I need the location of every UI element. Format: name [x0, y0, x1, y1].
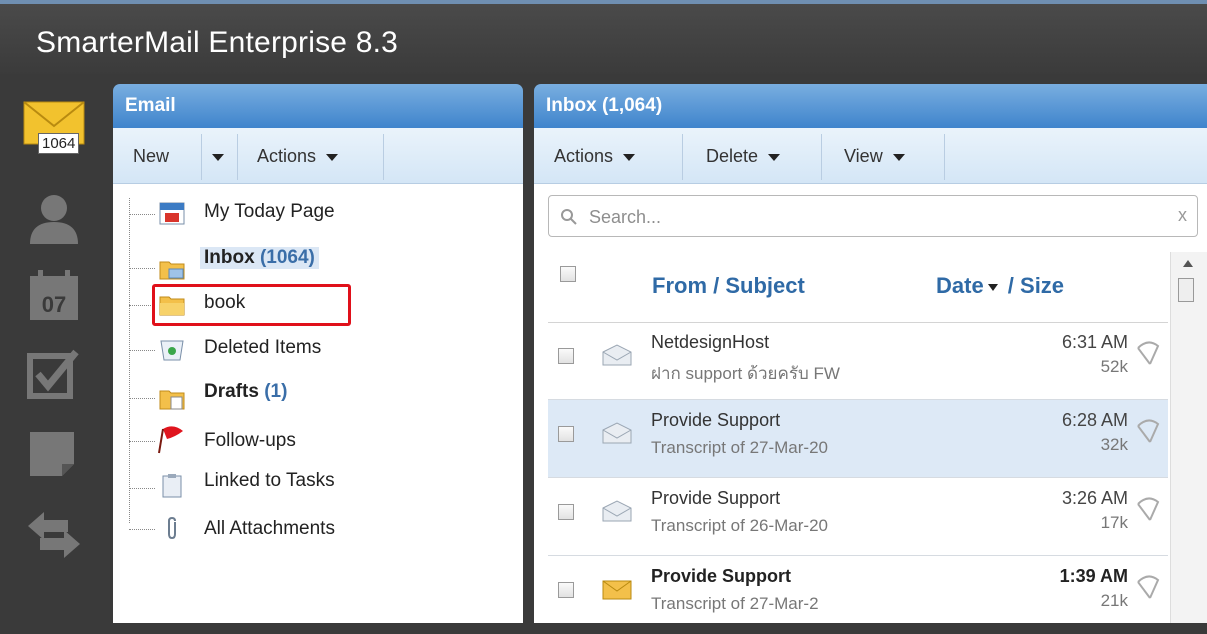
chevron-down-icon: [768, 153, 781, 161]
folder-my-today-page[interactable]: My Today Page: [129, 194, 389, 234]
from-subject-column-header[interactable]: From / Subject: [652, 273, 805, 299]
envelope-read-icon: [602, 344, 632, 366]
flag-icon: [158, 426, 183, 454]
chevron-down-icon: [326, 153, 339, 161]
row-checkbox[interactable]: [558, 504, 574, 520]
email-panel-title: Email: [125, 95, 176, 116]
scroll-up-icon[interactable]: [1183, 260, 1193, 267]
title-bar: SmarterMail Enterprise 8.3: [0, 4, 1207, 74]
flag-outline-icon[interactable]: [1134, 494, 1162, 524]
row-checkbox[interactable]: [558, 426, 574, 442]
envelope-read-icon: [602, 500, 632, 522]
scroll-thumb[interactable]: [1178, 278, 1194, 302]
today-page-icon: [159, 202, 185, 225]
search-icon: [561, 209, 577, 225]
email-toolbar: New Actions: [113, 128, 523, 184]
message-row[interactable]: NetdesignHost ฝาก support ด้วยครับ FW 6:…: [548, 322, 1168, 400]
folder-follow-ups[interactable]: Follow-ups: [129, 421, 389, 461]
chevron-down-icon: [892, 153, 905, 161]
calendar-icon[interactable]: 07: [24, 268, 84, 324]
chevron-down-icon: [623, 153, 636, 161]
folder-inbox[interactable]: Inbox (1064): [129, 244, 389, 284]
sync-icon[interactable]: [24, 504, 84, 560]
date-size-column-header[interactable]: Date / Size: [936, 273, 1064, 299]
message-row-selected[interactable]: Provide Support Transcript of 27-Mar-20 …: [548, 400, 1168, 478]
row-checkbox[interactable]: [558, 348, 574, 364]
contacts-icon[interactable]: [24, 190, 84, 246]
inbox-panel-title: Inbox (1,064): [546, 95, 663, 116]
search-input[interactable]: [587, 202, 1151, 232]
highlight-box: [152, 284, 351, 326]
flag-outline-icon[interactable]: [1134, 572, 1162, 602]
folder-drafts[interactable]: Drafts (1): [129, 374, 389, 414]
delete-button[interactable]: Delete: [706, 128, 781, 184]
sort-desc-icon: [987, 283, 998, 291]
pane-divider: [523, 84, 534, 623]
select-all-checkbox[interactable]: [560, 266, 576, 282]
folder-deleted-items[interactable]: Deleted Items: [129, 330, 389, 370]
view-button[interactable]: View: [844, 128, 905, 184]
inbox-toolbar: Actions Delete View: [534, 128, 1207, 184]
tasks-icon[interactable]: [24, 346, 84, 402]
clear-search-icon[interactable]: x: [1178, 205, 1187, 226]
folder-all-attachments[interactable]: All Attachments: [129, 509, 389, 549]
message-row-unread[interactable]: Provide Support Transcript of 27-Mar-2 1…: [548, 556, 1168, 634]
svg-text:07: 07: [42, 292, 66, 317]
row-checkbox[interactable]: [558, 582, 574, 598]
envelope-read-icon: [602, 422, 632, 444]
unread-count-badge: 1064: [38, 133, 80, 154]
folder-linked-to-tasks[interactable]: Linked to Tasks: [129, 466, 389, 506]
flag-outline-icon[interactable]: [1134, 416, 1162, 446]
paperclip-icon: [168, 516, 176, 540]
app-title: SmarterMail Enterprise 8.3: [36, 26, 398, 59]
inbox-panel-header: Inbox (1,064): [534, 84, 1207, 128]
clipboard-icon: [162, 474, 182, 498]
vertical-scrollbar[interactable]: [1170, 252, 1207, 623]
chevron-down-icon: [212, 153, 224, 161]
drafts-label: Drafts (1): [204, 381, 288, 402]
search-box: x: [548, 195, 1198, 237]
new-button[interactable]: New: [133, 128, 169, 184]
inbox-label: Inbox (1064): [200, 247, 319, 269]
message-row[interactable]: Provide Support Transcript of 26-Mar-20 …: [548, 478, 1168, 556]
inbox-folder-icon: [159, 261, 185, 280]
message-list-header: From / Subject Date / Size: [548, 252, 1168, 323]
email-panel-header: Email: [113, 84, 523, 128]
drafts-icon: [159, 390, 185, 410]
actions-button[interactable]: Actions: [257, 128, 339, 184]
deleted-items-icon: [160, 340, 184, 361]
envelope-unread-icon: [602, 580, 632, 600]
new-dropdown-button[interactable]: [204, 128, 234, 184]
actions-button[interactable]: Actions: [554, 128, 636, 184]
flag-outline-icon[interactable]: [1134, 338, 1162, 368]
notes-icon[interactable]: [24, 426, 84, 482]
